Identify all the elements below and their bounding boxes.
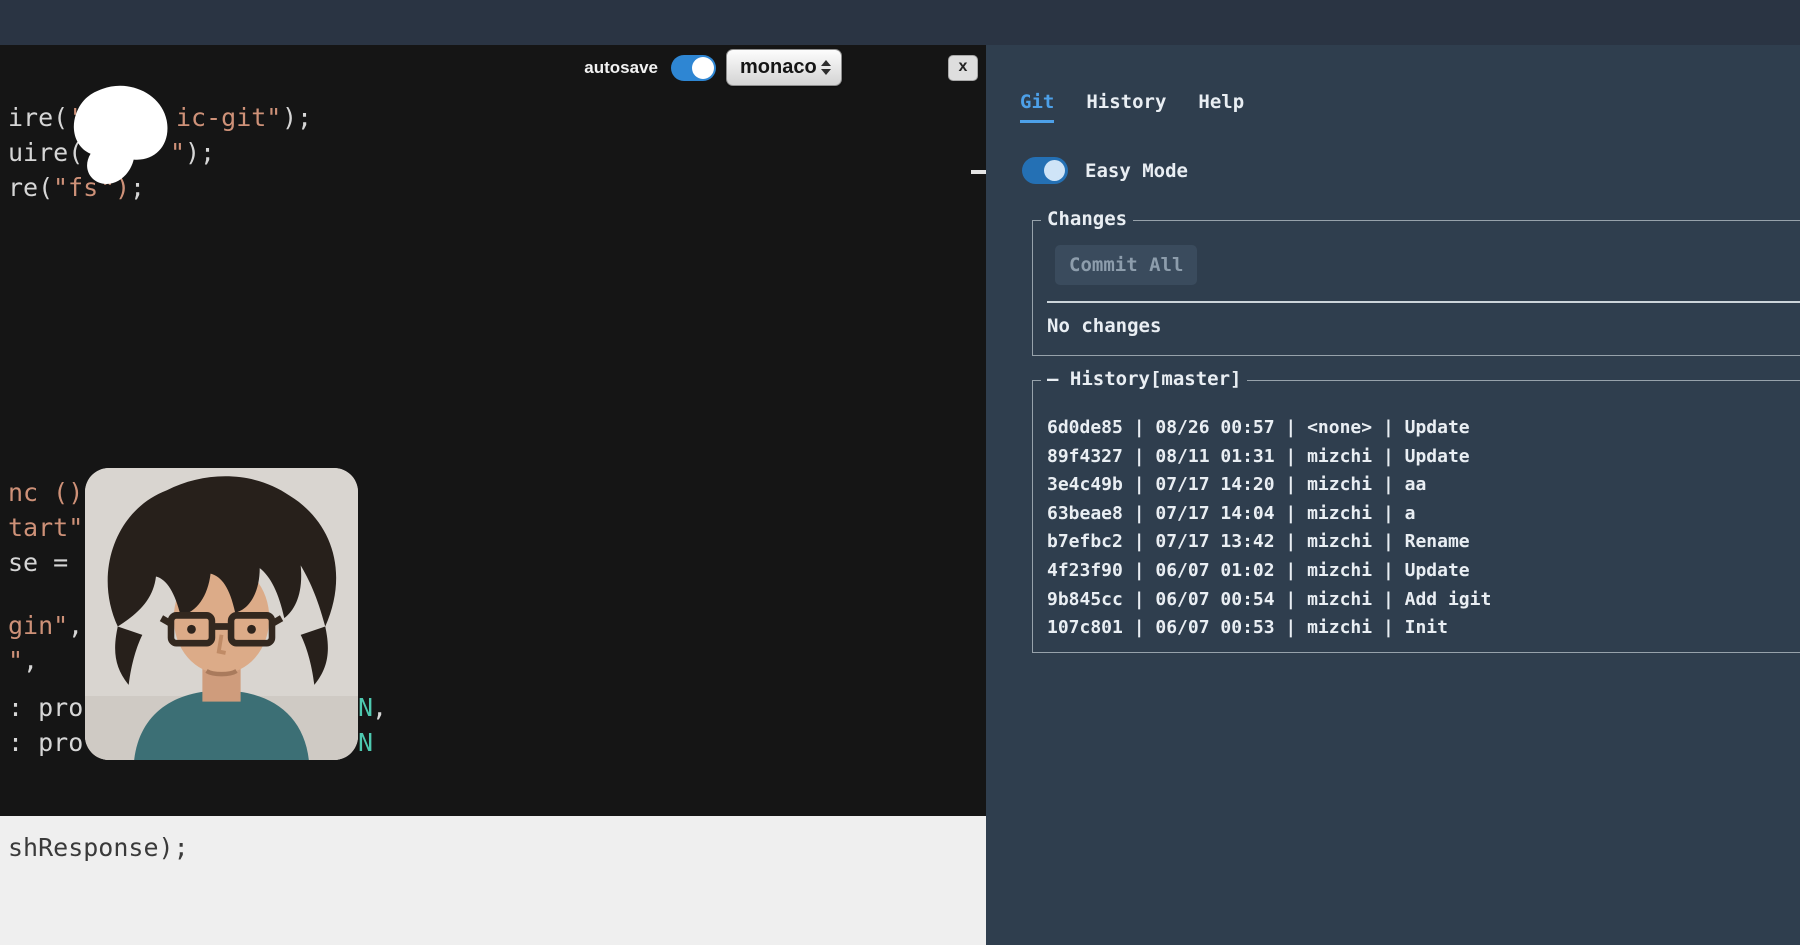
tab-git[interactable]: Git xyxy=(1020,91,1054,123)
autosave-toggle[interactable] xyxy=(671,55,716,81)
tab-help[interactable]: Help xyxy=(1198,91,1244,123)
white-blob-overlay xyxy=(64,83,174,193)
code-text: N xyxy=(358,727,373,758)
commit-row[interactable]: 9b845cc | 06/07 00:54 | mizchi | Add igi… xyxy=(1047,586,1491,615)
scrollbar-thumb[interactable] xyxy=(971,170,986,174)
code-text: ire( xyxy=(8,102,68,133)
code-text: re( xyxy=(8,172,53,203)
editor-mode-value: monaco xyxy=(740,56,821,79)
editor-region: ire("ic-git");uire("");re("fs");nc ()tar… xyxy=(0,45,986,945)
code-text: : pro xyxy=(8,692,83,723)
git-panel: Git History Help Easy Mode Changes Commit … xyxy=(986,45,1800,945)
code-text: se = xyxy=(8,547,68,578)
changes-section: Changes Commit All No changes xyxy=(1032,220,1800,356)
code-text: ic-git" xyxy=(176,102,281,133)
changes-separator xyxy=(1047,301,1800,303)
close-button[interactable]: x xyxy=(948,55,978,81)
commit-row[interactable]: b7efbc2 | 07/17 13:42 | mizchi | Rename xyxy=(1047,528,1491,557)
commit-row[interactable]: 4f23f90 | 06/07 01:02 | mizchi | Update xyxy=(1047,557,1491,586)
code-text: , xyxy=(68,610,83,641)
commit-row[interactable]: 6d0de85 | 08/26 00:57 | <none> | Update xyxy=(1047,414,1491,443)
code-text: shResponse); xyxy=(8,832,189,863)
code-text: tart" xyxy=(8,512,83,543)
commit-row[interactable]: 89f4327 | 08/11 01:31 | mizchi | Update xyxy=(1047,443,1491,472)
toggle-knob xyxy=(1044,160,1065,181)
commit-row[interactable]: 3e4c49b | 07/17 14:20 | mizchi | aa xyxy=(1047,471,1491,500)
webcam-avatar-photo xyxy=(85,468,358,760)
no-changes-text: No changes xyxy=(1047,315,1161,337)
editor-mode-select[interactable]: monaco xyxy=(726,49,842,86)
select-arrows-icon xyxy=(821,60,831,75)
commit-list: 6d0de85 | 08/26 00:57 | <none> | Update8… xyxy=(1047,414,1491,643)
top-title-bar xyxy=(0,0,1800,45)
autosave-label: autosave xyxy=(584,58,658,78)
code-text: ); xyxy=(185,137,215,168)
toggle-knob xyxy=(692,57,714,79)
code-text: , xyxy=(372,692,387,723)
easy-mode-toggle[interactable] xyxy=(1022,157,1068,184)
commit-row[interactable]: 107c801 | 06/07 00:53 | mizchi | Init xyxy=(1047,614,1491,643)
easy-mode-row: Easy Mode xyxy=(1022,157,1188,184)
changes-legend: Changes xyxy=(1041,208,1133,230)
commit-row[interactable]: 63beae8 | 07/17 14:04 | mizchi | a xyxy=(1047,500,1491,529)
code-text: , xyxy=(23,645,38,676)
history-section: — History[master] 6d0de85 | 08/26 00:57 … xyxy=(1032,380,1800,653)
code-text: nc () xyxy=(8,477,83,508)
commit-all-button[interactable]: Commit All xyxy=(1055,245,1197,285)
code-text: " xyxy=(8,645,23,676)
code-text: N xyxy=(358,692,373,723)
easy-mode-label: Easy Mode xyxy=(1085,160,1188,182)
tab-history[interactable]: History xyxy=(1086,91,1166,123)
code-text: gin" xyxy=(8,610,68,641)
history-legend: — History[master] xyxy=(1041,368,1247,390)
code-text: ); xyxy=(282,102,312,133)
code-text: : pro xyxy=(8,727,83,758)
panel-tabs: Git History Help xyxy=(1020,91,1244,123)
